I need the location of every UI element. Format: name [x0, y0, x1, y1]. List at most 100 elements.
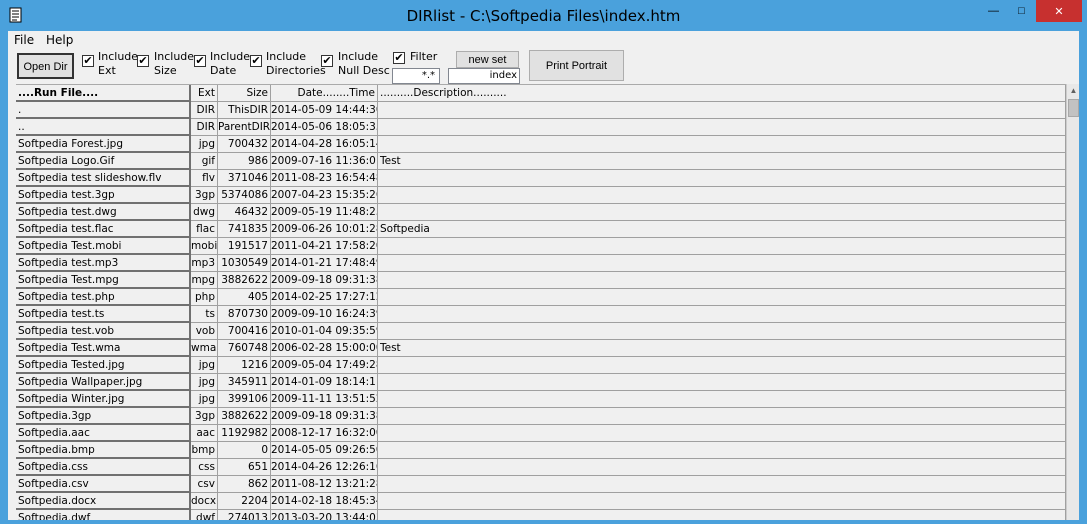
file-name-cell[interactable]: Softpedia Forest.jpg — [16, 136, 191, 153]
description-cell[interactable] — [378, 510, 1066, 520]
file-name-cell[interactable]: Softpedia.3gp — [16, 408, 191, 425]
file-name-cell[interactable]: Softpedia.css — [16, 459, 191, 476]
date-time-cell[interactable]: 2008-12-17 16:32:00 — [271, 425, 378, 442]
date-time-cell[interactable]: 2011-04-21 17:58:20 — [271, 238, 378, 255]
new-set-button[interactable]: new set — [456, 51, 519, 68]
table-row[interactable]: Softpedia test.mp3 mp3 1030549 2014-01-21 1… — [16, 255, 1066, 272]
ext-cell[interactable]: vob — [191, 323, 218, 340]
ext-cell[interactable]: DIR — [191, 102, 218, 119]
vertical-scrollbar[interactable]: ▲ — [1066, 84, 1079, 520]
table-row[interactable]: Softpedia test.flac flac 741835 2009-06-26 … — [16, 221, 1066, 238]
description-cell[interactable] — [378, 238, 1066, 255]
ext-cell[interactable]: jpg — [191, 357, 218, 374]
header-ext[interactable]: Ext — [191, 85, 218, 102]
maximize-button[interactable]: □ — [1008, 0, 1035, 22]
ext-cell[interactable]: dwg — [191, 204, 218, 221]
table-row[interactable]: Softpedia.aac aac 1192982 2008-12-17 16:32:… — [16, 425, 1066, 442]
description-cell[interactable] — [378, 425, 1066, 442]
date-time-cell[interactable]: 2013-03-20 13:44:03 — [271, 510, 378, 520]
date-time-cell[interactable]: 2010-01-04 09:35:59 — [271, 323, 378, 340]
file-name-cell[interactable]: Softpedia.docx — [16, 493, 191, 510]
description-cell[interactable] — [378, 476, 1066, 493]
description-cell[interactable] — [378, 102, 1066, 119]
file-name-cell[interactable]: Softpedia Wallpaper.jpg — [16, 374, 191, 391]
date-time-cell[interactable]: 2009-09-10 16:24:39 — [271, 306, 378, 323]
size-cell[interactable]: ParentDIR — [218, 119, 271, 136]
size-cell[interactable]: 700432 — [218, 136, 271, 153]
description-cell[interactable] — [378, 119, 1066, 136]
size-cell[interactable]: 700416 — [218, 323, 271, 340]
file-name-cell[interactable]: Softpedia Winter.jpg — [16, 391, 191, 408]
date-time-cell[interactable]: 2009-11-11 13:51:52 — [271, 391, 378, 408]
ext-cell[interactable]: gif — [191, 153, 218, 170]
date-time-cell[interactable]: 2014-05-09 14:44:30 — [271, 102, 378, 119]
date-time-cell[interactable]: 2009-09-18 09:31:38 — [271, 408, 378, 425]
file-name-cell[interactable]: Softpedia test.ts — [16, 306, 191, 323]
header-description[interactable]: ..........Description.......... — [378, 85, 1066, 102]
table-row[interactable]: Softpedia.css css 651 2014-04-26 12:26:16 — [16, 459, 1066, 476]
description-cell[interactable] — [378, 391, 1066, 408]
description-cell[interactable]: Test — [378, 340, 1066, 357]
include-directories-checkbox[interactable]: ✔ — [250, 55, 262, 67]
include-ext-checkbox[interactable]: ✔ — [82, 55, 94, 67]
filter-checkbox[interactable]: ✔ — [393, 52, 405, 64]
ext-cell[interactable]: aac — [191, 425, 218, 442]
description-cell[interactable]: Softpedia — [378, 221, 1066, 238]
date-time-cell[interactable]: 2009-05-04 17:49:28 — [271, 357, 378, 374]
filter-input[interactable]: *.* — [392, 68, 440, 84]
ext-cell[interactable]: 3gp — [191, 187, 218, 204]
ext-cell[interactable]: mp3 — [191, 255, 218, 272]
ext-cell[interactable]: 3gp — [191, 408, 218, 425]
file-name-cell[interactable]: Softpedia.dwf — [16, 510, 191, 520]
menu-file[interactable]: File — [14, 33, 34, 47]
description-cell[interactable] — [378, 408, 1066, 425]
table-row[interactable]: Softpedia test.3gp 3gp 5374086 2007-04-23 1… — [16, 187, 1066, 204]
table-row[interactable]: Softpedia.docx docx 2204 2014-02-18 18:45:3… — [16, 493, 1066, 510]
include-date-checkbox[interactable]: ✔ — [194, 55, 206, 67]
header-run-file[interactable]: ....Run File.... — [16, 85, 191, 102]
ext-cell[interactable]: flv — [191, 170, 218, 187]
description-cell[interactable] — [378, 204, 1066, 221]
date-time-cell[interactable]: 2014-01-09 18:14:11 — [271, 374, 378, 391]
size-cell[interactable]: 986 — [218, 153, 271, 170]
include-size-checkbox[interactable]: ✔ — [137, 55, 149, 67]
file-name-cell[interactable]: Softpedia test slideshow.flv — [16, 170, 191, 187]
file-name-cell[interactable]: Softpedia Logo.Gif — [16, 153, 191, 170]
size-cell[interactable]: 741835 — [218, 221, 271, 238]
size-cell[interactable]: 3882622 — [218, 408, 271, 425]
date-time-cell[interactable]: 2014-02-25 17:27:12 — [271, 289, 378, 306]
open-dir-button[interactable]: Open Dir — [17, 53, 74, 79]
file-name-cell[interactable]: Softpedia Test.mobi — [16, 238, 191, 255]
file-name-cell[interactable]: Softpedia Test.wma — [16, 340, 191, 357]
title-bar[interactable]: DIRlist - C:\Softpedia Files\index.htm —… — [0, 0, 1087, 31]
size-cell[interactable]: 651 — [218, 459, 271, 476]
print-portrait-button[interactable]: Print Portrait — [529, 50, 624, 81]
file-name-cell[interactable]: Softpedia.aac — [16, 425, 191, 442]
date-time-cell[interactable]: 2006-02-28 15:00:00 — [271, 340, 378, 357]
table-row[interactable]: Softpedia Winter.jpg jpg 399106 2009-11-11 … — [16, 391, 1066, 408]
ext-cell[interactable]: jpg — [191, 391, 218, 408]
size-cell[interactable]: 399106 — [218, 391, 271, 408]
description-cell[interactable] — [378, 272, 1066, 289]
size-cell[interactable]: 2204 — [218, 493, 271, 510]
date-time-cell[interactable]: 2014-01-21 17:48:49 — [271, 255, 378, 272]
ext-cell[interactable]: wma — [191, 340, 218, 357]
ext-cell[interactable]: php — [191, 289, 218, 306]
date-time-cell[interactable]: 2009-06-26 10:01:28 — [271, 221, 378, 238]
size-cell[interactable]: 371046 — [218, 170, 271, 187]
file-list-grid[interactable]: ....Run File.... Ext Size Date........Ti… — [16, 84, 1066, 520]
description-cell[interactable] — [378, 289, 1066, 306]
table-row[interactable]: .. DIR ParentDIR 2014-05-06 18:05:35 — [16, 119, 1066, 136]
ext-cell[interactable]: jpg — [191, 374, 218, 391]
size-cell[interactable]: 3882622 — [218, 272, 271, 289]
minimize-button[interactable]: — — [980, 0, 1007, 22]
table-row[interactable]: Softpedia Wallpaper.jpg jpg 345911 2014-01-… — [16, 374, 1066, 391]
size-cell[interactable]: 862 — [218, 476, 271, 493]
file-name-cell[interactable]: Softpedia.bmp — [16, 442, 191, 459]
table-row[interactable]: Softpedia Test.mobi mobi 191517 2011-04-21 … — [16, 238, 1066, 255]
ext-cell[interactable]: bmp — [191, 442, 218, 459]
table-row[interactable]: Softpedia test.dwg dwg 46432 2009-05-19 11:… — [16, 204, 1066, 221]
size-cell[interactable]: 870730 — [218, 306, 271, 323]
file-name-cell[interactable]: Softpedia test.3gp — [16, 187, 191, 204]
description-cell[interactable] — [378, 323, 1066, 340]
